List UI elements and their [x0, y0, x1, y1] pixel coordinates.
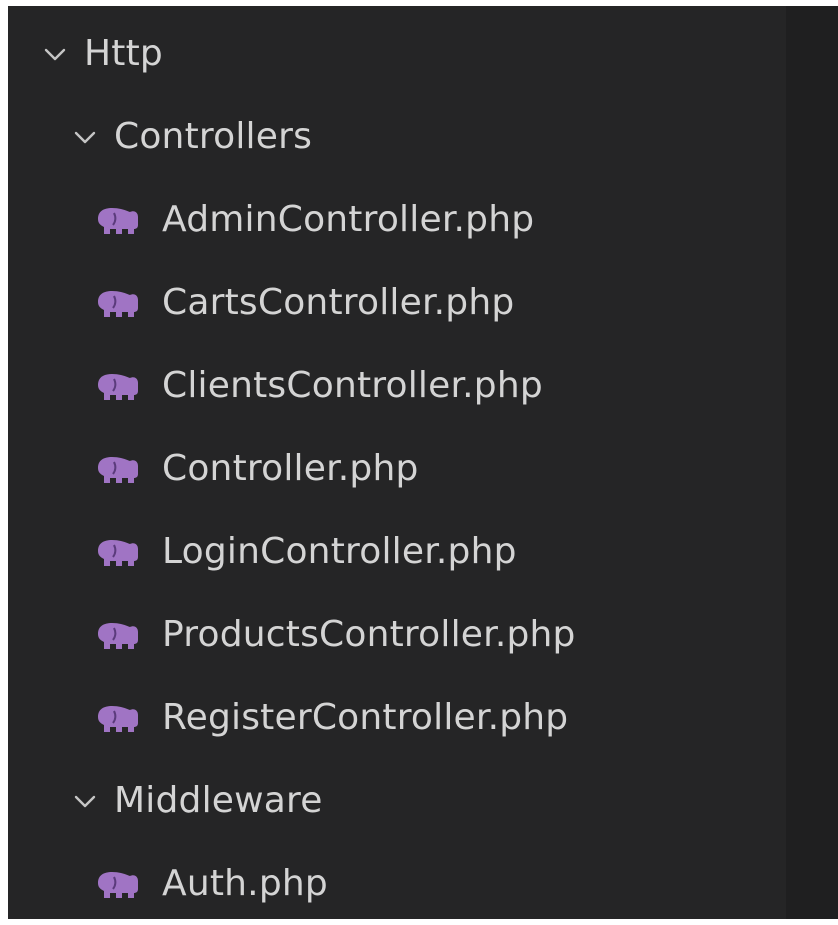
folder-http-label: Http: [84, 32, 163, 74]
folder-controllers-label: Controllers: [114, 115, 313, 157]
file-products-controller[interactable]: ProductsController.php: [8, 593, 838, 676]
file-carts-controller[interactable]: CartsController.php: [8, 261, 838, 344]
php-elephant-icon: [92, 286, 144, 320]
file-label: ClientsController.php: [162, 364, 543, 406]
file-explorer-panel: Http Controllers AdminController.php Car…: [8, 6, 838, 919]
file-label: Controller.php: [162, 447, 419, 489]
file-label: LoginController.php: [162, 530, 517, 572]
folder-controllers[interactable]: Controllers: [8, 95, 838, 178]
file-label: Auth.php: [162, 862, 328, 904]
php-elephant-icon: [92, 535, 144, 569]
chevron-down-icon[interactable]: [68, 784, 102, 818]
php-elephant-icon: [92, 867, 144, 901]
folder-http[interactable]: Http: [8, 12, 816, 95]
php-elephant-icon: [92, 701, 144, 735]
php-elephant-icon: [92, 618, 144, 652]
chevron-down-icon[interactable]: [38, 37, 72, 71]
php-elephant-icon: [92, 369, 144, 403]
file-clients-controller[interactable]: ClientsController.php: [8, 344, 838, 427]
file-register-controller[interactable]: RegisterController.php: [8, 676, 838, 759]
php-elephant-icon: [92, 452, 144, 486]
folder-middleware[interactable]: Middleware: [8, 759, 838, 842]
file-label: CartsController.php: [162, 281, 515, 323]
file-admin-controller[interactable]: AdminController.php: [8, 178, 838, 261]
file-label: RegisterController.php: [162, 696, 569, 738]
folder-middleware-label: Middleware: [114, 779, 323, 821]
php-elephant-icon: [92, 203, 144, 237]
file-login-controller[interactable]: LoginController.php: [8, 510, 838, 593]
file-controller[interactable]: Controller.php: [8, 427, 838, 510]
file-label: AdminController.php: [162, 198, 535, 240]
folder-tree: Http Controllers AdminController.php Car…: [8, 6, 786, 919]
file-label: ProductsController.php: [162, 613, 576, 655]
chevron-down-icon[interactable]: [68, 120, 102, 154]
file-auth[interactable]: Auth.php: [8, 842, 838, 919]
